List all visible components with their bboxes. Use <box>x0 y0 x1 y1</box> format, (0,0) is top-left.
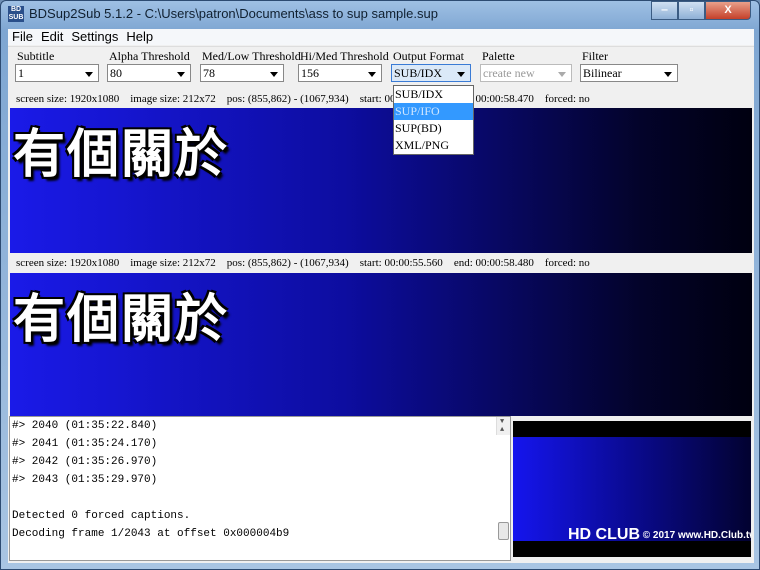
output-format-label: Output Format <box>393 49 464 63</box>
palette-combo: create new <box>480 64 572 82</box>
toolbar: Subtitle 1 Alpha Threshold 80 Med/Low Th… <box>8 46 754 91</box>
log-line: Detected 0 forced captions. <box>12 510 191 522</box>
minimize-button[interactable]: ‒ <box>651 1 678 20</box>
scrollbar-thumb[interactable] <box>498 522 509 540</box>
filter-value: Bilinear <box>583 66 622 80</box>
subtitle-combo[interactable]: 1 <box>15 64 99 82</box>
log-line: #> 2042 (01:35:26.970) <box>12 456 158 468</box>
option-sup-ifo[interactable]: SUP/IFO <box>394 103 473 120</box>
watermark: HD CLUB © 2017 www.HD.Club.tw <box>568 526 751 543</box>
option-xml-png[interactable]: XML/PNG <box>394 137 473 154</box>
subtitle-image: 有個關於 <box>13 290 230 350</box>
med-low-threshold-combo[interactable]: 78 <box>200 64 284 82</box>
chevron-down-icon <box>558 72 566 77</box>
alpha-threshold-value: 80 <box>110 66 122 80</box>
hi-med-threshold-label: Hi/Med Threshold <box>300 49 389 63</box>
output-format-dropdown: SUB/IDX SUP/IFO SUP(BD) XML/PNG <box>393 85 474 155</box>
target-info-bar: screen size: 1920x1080 image size: 212x7… <box>8 255 754 272</box>
option-sub-idx[interactable]: SUB/IDX <box>394 86 473 103</box>
maximize-button[interactable]: ▫ <box>678 1 705 20</box>
option-sup-bd[interactable]: SUP(BD) <box>394 120 473 137</box>
alpha-threshold-label: Alpha Threshold <box>109 49 190 63</box>
app-window: BD SUB BDSup2Sub 5.1.2 - C:\Users\patron… <box>0 0 760 570</box>
frame-thumbnail: HD CLUB © 2017 www.HD.Club.tw <box>513 421 751 557</box>
forced-flag: forced: no <box>544 93 590 105</box>
log-line: Decoding frame 1/2043 at offset 0x000004… <box>12 528 290 540</box>
menu-settings[interactable]: Settings <box>71 29 118 45</box>
menu-bar: File Edit Settings Help <box>8 29 754 45</box>
close-button[interactable]: X <box>705 1 751 20</box>
screen-size: screen size: 1920x1080 <box>16 93 120 105</box>
log-line: #> 2043 (01:35:29.970) <box>12 474 158 486</box>
position: pos: (855,862) - (1067,934) <box>226 93 349 105</box>
log-line: #> 2041 (01:35:24.170) <box>12 438 158 450</box>
med-low-threshold-value: 78 <box>203 66 215 80</box>
end-time: end: 00:00:58.480 <box>453 257 534 269</box>
target-preview: 有個關於 <box>10 273 752 416</box>
hi-med-threshold-value: 156 <box>301 66 319 80</box>
client-area: File Edit Settings Help Subtitle 1 Alpha… <box>8 29 754 563</box>
subtitle-image: 有個關於 <box>13 125 230 185</box>
scroll-down-icon[interactable]: ▼ <box>500 417 504 431</box>
window-title: BDSup2Sub 5.1.2 - C:\Users\patron\Docume… <box>29 6 438 21</box>
image-size: image size: 212x72 <box>130 257 216 269</box>
chevron-down-icon <box>457 72 465 77</box>
output-format-combo[interactable]: SUB/IDX <box>391 64 471 82</box>
screen-size: screen size: 1920x1080 <box>16 257 120 269</box>
log-line: #> 2040 (01:35:22.840) <box>12 420 158 432</box>
log-console[interactable]: #> 2040 (01:35:22.840) #> 2041 (01:35:24… <box>9 416 511 561</box>
palette-label: Palette <box>482 49 515 63</box>
hi-med-threshold-combo[interactable]: 156 <box>298 64 382 82</box>
watermark-text: © 2017 www.HD.Club.tw <box>642 530 751 541</box>
chevron-down-icon <box>85 72 93 77</box>
subtitle-label: Subtitle <box>17 49 55 63</box>
app-icon: BD SUB <box>8 6 24 22</box>
hdclub-logo: HD CLUB <box>568 526 640 543</box>
chevron-down-icon <box>368 72 376 77</box>
start-time: start: 00:00:55.560 <box>359 257 443 269</box>
med-low-threshold-label: Med/Low Threshold <box>202 49 301 63</box>
source-preview: 有個關於 <box>10 108 752 253</box>
title-bar: BD SUB BDSup2Sub 5.1.2 - C:\Users\patron… <box>1 1 759 29</box>
image-size: image size: 212x72 <box>130 93 216 105</box>
forced-flag: forced: no <box>544 257 590 269</box>
chevron-down-icon <box>664 72 672 77</box>
filter-label: Filter <box>582 49 608 63</box>
log-scrollbar[interactable]: ▲ ▼ <box>496 417 510 540</box>
filter-combo[interactable]: Bilinear <box>580 64 678 82</box>
menu-file[interactable]: File <box>12 29 33 45</box>
output-format-value: SUB/IDX <box>394 66 443 80</box>
chevron-down-icon <box>270 72 278 77</box>
alpha-threshold-combo[interactable]: 80 <box>107 64 191 82</box>
menu-help[interactable]: Help <box>126 29 153 45</box>
chevron-down-icon <box>177 72 185 77</box>
subtitle-value: 1 <box>18 66 24 80</box>
source-info-bar: screen size: 1920x1080 image size: 212x7… <box>8 91 754 108</box>
position: pos: (855,862) - (1067,934) <box>226 257 349 269</box>
palette-value: create new <box>483 66 535 80</box>
menu-edit[interactable]: Edit <box>41 29 63 45</box>
